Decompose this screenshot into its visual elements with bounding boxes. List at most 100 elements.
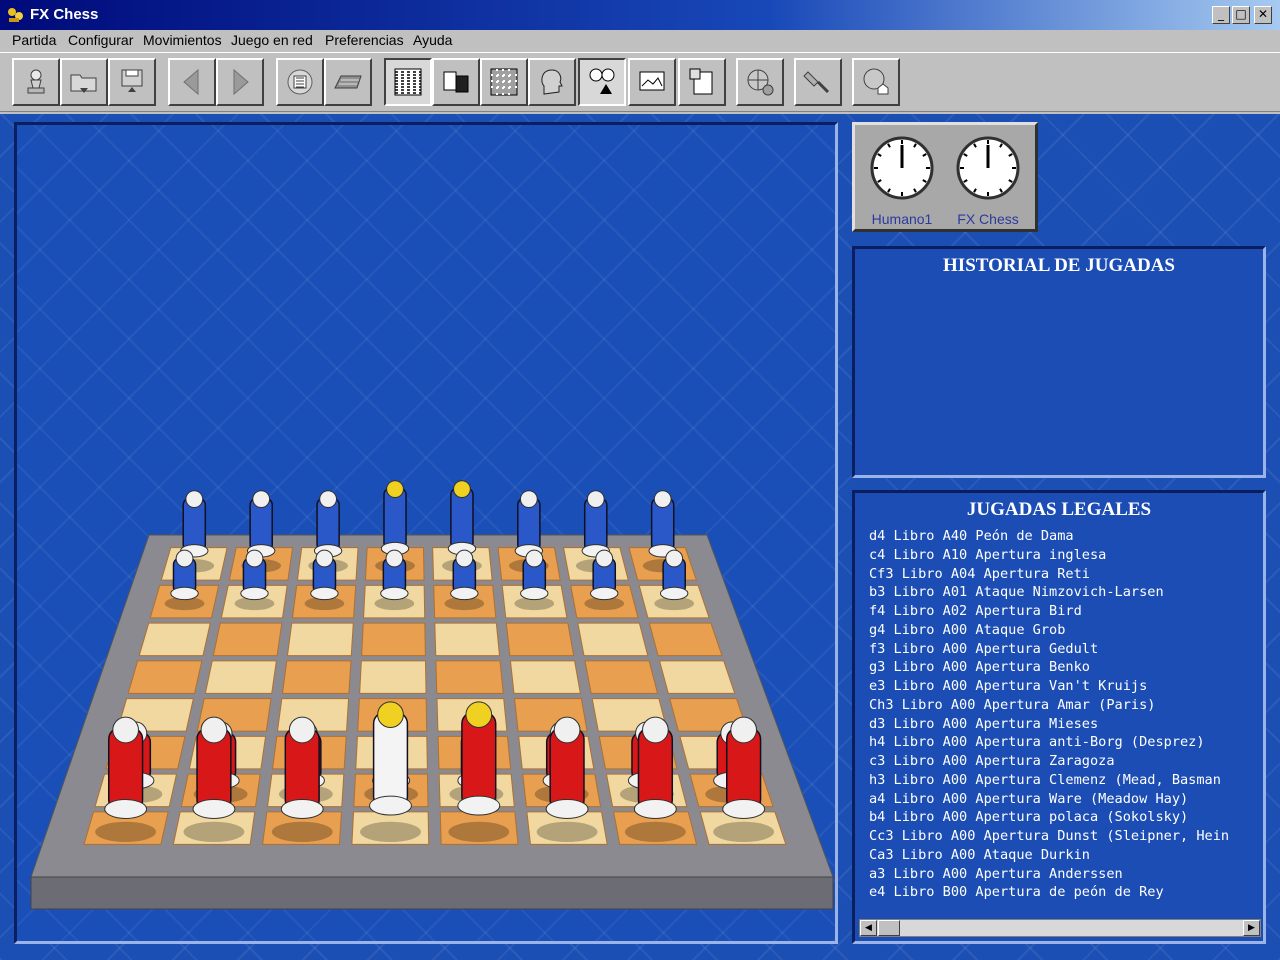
legal-move-item[interactable]: Cc3 Libro A00 Apertura Dunst (Sleipner, …: [869, 827, 1261, 846]
bishop-base: [545, 799, 589, 819]
bishop-shadow: [271, 821, 333, 843]
legal-move-item[interactable]: d4 Libro A40 Peón de Dama: [869, 527, 1261, 546]
legal-moves-panel: JUGADAS LEGALES d4 Libro A40 Peón de Dam…: [852, 490, 1266, 944]
board-frame-front: [30, 876, 834, 910]
player-clock-face: [870, 136, 934, 200]
view-3d-button[interactable]: [480, 58, 528, 106]
board-square: [359, 660, 427, 694]
board-square: [435, 660, 504, 694]
pawn-icon: [27, 69, 45, 94]
clock-panel: Humano1 FX Chess: [852, 122, 1038, 232]
board-square: [648, 622, 723, 657]
open-game-button[interactable]: [60, 58, 108, 106]
legal-move-item[interactable]: h3 Libro A00 Apertura Clemenz (Mead, Bas…: [869, 771, 1261, 790]
king-shadow: [448, 821, 510, 843]
web-home-button[interactable]: [852, 58, 900, 106]
rook-head: [653, 490, 672, 509]
menu-configurar[interactable]: Configurar: [68, 32, 133, 48]
keyboard-button[interactable]: [324, 58, 372, 106]
chip-icon: [287, 69, 313, 95]
pawn-head: [455, 549, 474, 568]
network-globe-icon: [747, 69, 774, 96]
legal-move-item[interactable]: c4 Libro A10 Apertura inglesa: [869, 546, 1261, 565]
view-2d-button[interactable]: [384, 58, 432, 106]
display-button[interactable]: [628, 58, 676, 106]
legal-move-item[interactable]: Ch3 Libro A00 Apertura Amar (Paris): [869, 696, 1261, 715]
move-history-panel: HISTORIAL DE JUGADAS: [852, 246, 1266, 478]
scroll-left-button[interactable]: ◀: [860, 920, 877, 936]
head-icon: [541, 69, 563, 95]
close-button[interactable]: ✕: [1254, 6, 1272, 24]
maximize-button[interactable]: □: [1232, 6, 1250, 24]
rook-shadow: [95, 821, 157, 843]
knight-base: [633, 799, 677, 819]
copy-button[interactable]: [432, 58, 480, 106]
bishop-head: [553, 716, 581, 744]
menu-partida[interactable]: Partida: [12, 32, 56, 48]
open-folder-icon: [70, 74, 97, 93]
clipboard-icon: [689, 68, 713, 95]
undo-move-button[interactable]: [168, 58, 216, 106]
engine-button[interactable]: [276, 58, 324, 106]
legal-move-item[interactable]: d3 Libro A00 Apertura Mieses: [869, 715, 1261, 734]
legal-move-item[interactable]: Cf3 Libro A04 Apertura Reti: [869, 565, 1261, 584]
menu-movimientos[interactable]: Movimientos: [143, 32, 222, 48]
pawn-head: [245, 549, 264, 568]
legal-moves-list: d4 Libro A40 Peón de Dama c4 Libro A10 Ap…: [869, 527, 1261, 919]
legal-move-item[interactable]: h4 Libro A00 Apertura anti-Borg (Desprez…: [869, 733, 1261, 752]
pawn-base: [520, 586, 549, 601]
legal-move-item[interactable]: g4 Libro A00 Ataque Grob: [869, 621, 1261, 640]
redo-move-button[interactable]: [216, 58, 264, 106]
menu-ayuda[interactable]: Ayuda: [413, 32, 452, 48]
board-square: [505, 622, 575, 657]
new-game-button[interactable]: [12, 58, 60, 106]
player-clock-label: Humano1: [871, 211, 933, 227]
legal-move-item[interactable]: g3 Libro A00 Apertura Benko: [869, 658, 1261, 677]
queen-base: [369, 795, 412, 816]
network-button[interactable]: [736, 58, 784, 106]
scroll-thumb[interactable]: [878, 920, 900, 936]
connect-button[interactable]: [794, 58, 842, 106]
minimize-button[interactable]: _: [1212, 6, 1230, 24]
history-title: HISTORIAL DE JUGADAS: [943, 255, 1175, 276]
legal-move-item[interactable]: a4 Libro A00 Apertura Ware (Meadow Hay): [869, 790, 1261, 809]
pawn-head: [175, 549, 194, 568]
legal-move-item[interactable]: b4 Libro A00 Apertura polaca (Sokolsky): [869, 808, 1261, 827]
forward-arrow-icon: [233, 68, 249, 96]
save-game-button[interactable]: [108, 58, 156, 106]
legal-move-item[interactable]: f4 Libro A02 Apertura Bird: [869, 602, 1261, 621]
board-2d-icon: [394, 68, 422, 96]
legal-move-item[interactable]: f3 Libro A00 Apertura Gedult: [869, 640, 1261, 659]
pawn-head: [315, 549, 334, 568]
legal-move-item[interactable]: e4 Libro B00 Apertura de peón de Rey: [869, 883, 1261, 902]
chess-board-3d[interactable]: [17, 125, 835, 941]
pawn-head: [525, 549, 544, 568]
pawn-head: [665, 549, 684, 568]
board-square: [434, 622, 501, 657]
back-arrow-icon: [183, 68, 199, 96]
knight-shadow: [183, 821, 245, 843]
menu-bar: Partida Configurar Movimientos Juego en …: [0, 30, 1280, 52]
clipboard-button[interactable]: [678, 58, 726, 106]
think-button[interactable]: [528, 58, 576, 106]
menu-juego-en-red[interactable]: Juego en red: [231, 32, 313, 48]
legal-move-item[interactable]: b3 Libro A01 Ataque Nimzovich-Larsen: [869, 583, 1261, 602]
board-square: [204, 660, 277, 694]
legal-move-item[interactable]: e3 Libro A00 Apertura Van't Kruijs: [869, 677, 1261, 696]
legal-move-item[interactable]: a3 Libro A00 Apertura Anderssen: [869, 865, 1261, 884]
board-view[interactable]: [14, 122, 838, 944]
pawn-base: [240, 586, 269, 601]
scroll-right-button[interactable]: ▶: [1243, 920, 1260, 936]
legal-move-item[interactable]: Ca3 Libro A00 Ataque Durkin: [869, 846, 1261, 865]
clock-button[interactable]: [578, 58, 626, 106]
pawn-base: [590, 586, 619, 601]
board-square: [584, 660, 659, 694]
horizontal-scrollbar[interactable]: ◀ ▶: [859, 919, 1261, 937]
legal-move-item[interactable]: c3 Libro A00 Apertura Zaragoza: [869, 752, 1261, 771]
pawn-base: [380, 586, 409, 601]
menu-preferencias[interactable]: Preferencias: [325, 32, 404, 48]
pawn-base: [310, 586, 339, 601]
board-square: [509, 660, 581, 694]
board-square: [361, 622, 426, 657]
queen-head: [386, 480, 404, 499]
